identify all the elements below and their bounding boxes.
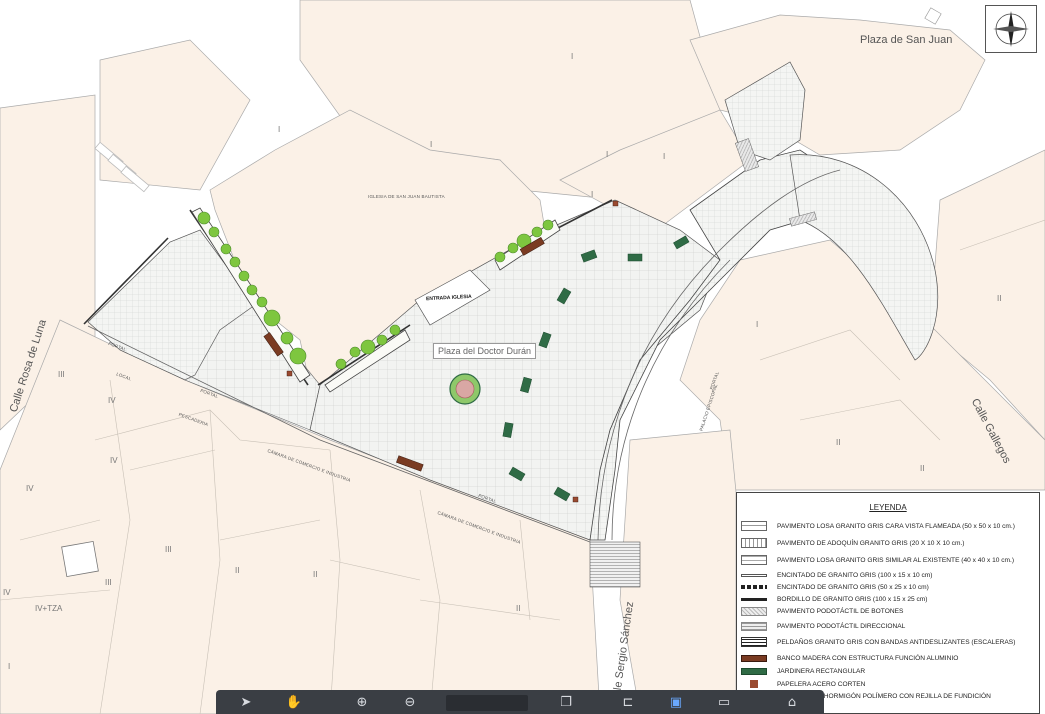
floor-count: II <box>516 604 521 613</box>
floor-count: I <box>606 150 609 159</box>
floor-count: I <box>571 52 574 61</box>
floor-count: I <box>591 190 594 199</box>
hand-icon[interactable]: ✋ <box>284 695 304 711</box>
legend-item: PELDAÑOS GRANITO GRIS CON BANDAS ANTIDES… <box>741 636 1015 648</box>
floor-count: I <box>8 662 11 671</box>
building-label-tza: IV+TZA <box>35 604 63 613</box>
legend-item: PAPELERA ACERO CORTEN <box>741 678 865 690</box>
legend-item: PAVIMENTO DE ADOQUÍN GRANITO GRIS (20 X … <box>741 537 964 549</box>
floor-count: II <box>836 438 841 447</box>
floor-count: III <box>58 370 65 379</box>
round-planter <box>449 373 481 405</box>
crossing-paving <box>589 541 641 588</box>
floor-count: II <box>997 294 1002 303</box>
floor-count: II <box>920 464 925 473</box>
floor-count: III <box>165 545 172 554</box>
legend-item: BORDILLO DE GRANITO GRIS (100 x 15 x 25 … <box>741 593 927 605</box>
zoom-in-icon[interactable]: ⊕ <box>352 695 372 711</box>
legend-item: JARDINERA RECTANGULAR <box>741 665 865 677</box>
legend-item: PAVIMENTO PODOTÁCTIL DIRECCIONAL <box>741 620 905 632</box>
floor-count: II <box>235 566 240 575</box>
building-label-iglesia: IGLESIA DE SAN JUAN BAUTISTA <box>368 194 445 199</box>
legend-item: BANCO MADERA CON ESTRUCTURA FUNCIÓN ALUM… <box>741 652 958 664</box>
map-legend: LEYENDA PAVIMENTO LOSA GRANITO GRIS CARA… <box>736 492 1040 714</box>
fit-icon[interactable]: ⊏ <box>618 695 638 711</box>
legend-item: ENCINTADO DE GRANITO GRIS (50 x 25 x 10 … <box>741 581 929 593</box>
north-arrow <box>985 5 1037 53</box>
page-icon[interactable]: ❐ <box>556 695 576 711</box>
legend-item: ENCINTADO DE GRANITO GRIS (100 x 15 x 10… <box>741 569 932 581</box>
street-label-plaza-san-juan: Plaza de San Juan <box>860 34 953 46</box>
attach-icon[interactable]: ⌂ <box>782 695 802 711</box>
floor-count: IV <box>108 396 116 405</box>
floor-count: II <box>313 570 318 579</box>
compass-rose-icon <box>993 11 1029 47</box>
pointer-icon[interactable]: ➤ <box>236 695 256 711</box>
floor-count: I <box>278 125 281 134</box>
viewer-toolbar: ➤ ✋ ⊕ ⊖ ❐ ⊏ ▣ ▭ ⌂ <box>216 690 824 714</box>
legend-item: PAVIMENTO LOSA GRANITO GRIS CARA VISTA F… <box>741 520 1015 532</box>
image-icon[interactable]: ▭ <box>714 695 734 711</box>
legend-item: PAVIMENTO PODOTÁCTIL DE BOTONES <box>741 605 903 617</box>
floor-count: III <box>105 578 112 587</box>
plaza-name-label: Plaza del Doctor Durán <box>433 343 537 359</box>
floor-count: IV <box>3 588 11 597</box>
bookmark-icon[interactable]: ▣ <box>666 695 686 711</box>
legend-title: LEYENDA <box>869 503 907 512</box>
floor-count: I <box>663 152 666 161</box>
zoom-level-box[interactable] <box>446 695 528 711</box>
floor-count: I <box>756 320 759 329</box>
floor-count: I <box>430 140 433 149</box>
legend-item: PAVIMENTO LOSA GRANITO GRIS SIMILAR AL E… <box>741 554 1014 566</box>
floor-count: IV <box>110 456 118 465</box>
zoom-out-icon[interactable]: ⊖ <box>400 695 420 711</box>
floor-count: IV <box>26 484 34 493</box>
